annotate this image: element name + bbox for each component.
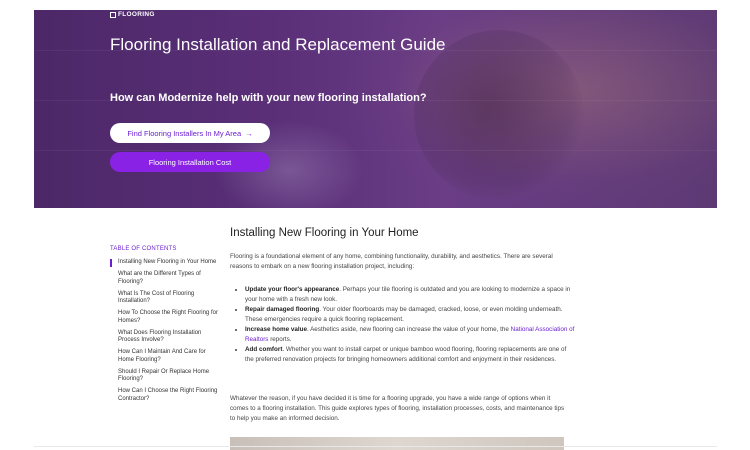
toc-item[interactable]: How Can I Choose the Right Flooring Cont… bbox=[110, 388, 220, 403]
toc-item[interactable]: How Can I Maintain And Care for Home Flo… bbox=[110, 349, 220, 364]
list-item: Repair damaged flooring. Your older floo… bbox=[245, 305, 575, 325]
page: FLOORING Flooring Installation and Repla… bbox=[0, 0, 750, 450]
bullet-title: Update your floor's appearance bbox=[245, 286, 340, 293]
bullet-title: Add comfort bbox=[245, 346, 283, 353]
toc-item[interactable]: How To Choose the Right Flooring for Hom… bbox=[110, 310, 220, 325]
installation-cost-label: Flooring Installation Cost bbox=[148, 157, 232, 167]
arrow-right-icon: → bbox=[245, 128, 253, 138]
toc-item[interactable]: What Does Flooring Installation Process … bbox=[110, 330, 220, 345]
toc-item[interactable]: Should I Repair Or Replace Home Flooring… bbox=[110, 369, 220, 384]
bullet-text: . Aesthetics aside, new flooring can inc… bbox=[306, 326, 511, 333]
toc-item[interactable]: Installing New Flooring in Your Home bbox=[110, 259, 220, 267]
list-item: Add comfort. Whether you want to install… bbox=[245, 345, 575, 365]
article-intro: Flooring is a foundational element of an… bbox=[230, 253, 553, 270]
list-item: Update your floor's appearance. Perhaps … bbox=[245, 285, 575, 305]
toc-item[interactable]: What are the Different Types of Flooring… bbox=[110, 271, 220, 286]
list-item: Increase home value. Aesthetics aside, n… bbox=[245, 325, 575, 345]
toc-heading: TABLE OF CONTENTS bbox=[110, 246, 177, 252]
toc-item[interactable]: What Is The Cost of Flooring Installatio… bbox=[110, 291, 220, 306]
hero-subtitle: How can Modernize help with your new flo… bbox=[110, 92, 427, 104]
article-outro: Whatever the reason, if you have decided… bbox=[230, 395, 565, 422]
bullet-text-tail: reports. bbox=[268, 336, 292, 343]
find-installers-label: Find Flooring Installers In My Area bbox=[127, 128, 242, 138]
site-logo[interactable]: FLOORING bbox=[110, 11, 155, 18]
bullet-title: Repair damaged flooring bbox=[245, 306, 320, 313]
installation-cost-button[interactable]: Flooring Installation Cost bbox=[110, 152, 270, 172]
find-installers-button[interactable]: Find Flooring Installers In My Area → bbox=[110, 123, 270, 143]
logo-icon bbox=[110, 11, 116, 18]
page-title: Flooring Installation and Replacement Gu… bbox=[110, 35, 446, 54]
article-image bbox=[230, 437, 564, 450]
bullet-text: . Whether you want to install carpet or … bbox=[245, 346, 567, 363]
reasons-list: Update your floor's appearance. Perhaps … bbox=[235, 285, 575, 365]
table-of-contents: Installing New Flooring in Your Home Wha… bbox=[110, 259, 220, 408]
bullet-title: Increase home value bbox=[245, 326, 307, 333]
article-heading: Installing New Flooring in Your Home bbox=[230, 227, 419, 239]
logo-text: FLOORING bbox=[118, 11, 155, 18]
hero-floor-plank bbox=[34, 150, 717, 151]
divider bbox=[34, 446, 717, 447]
